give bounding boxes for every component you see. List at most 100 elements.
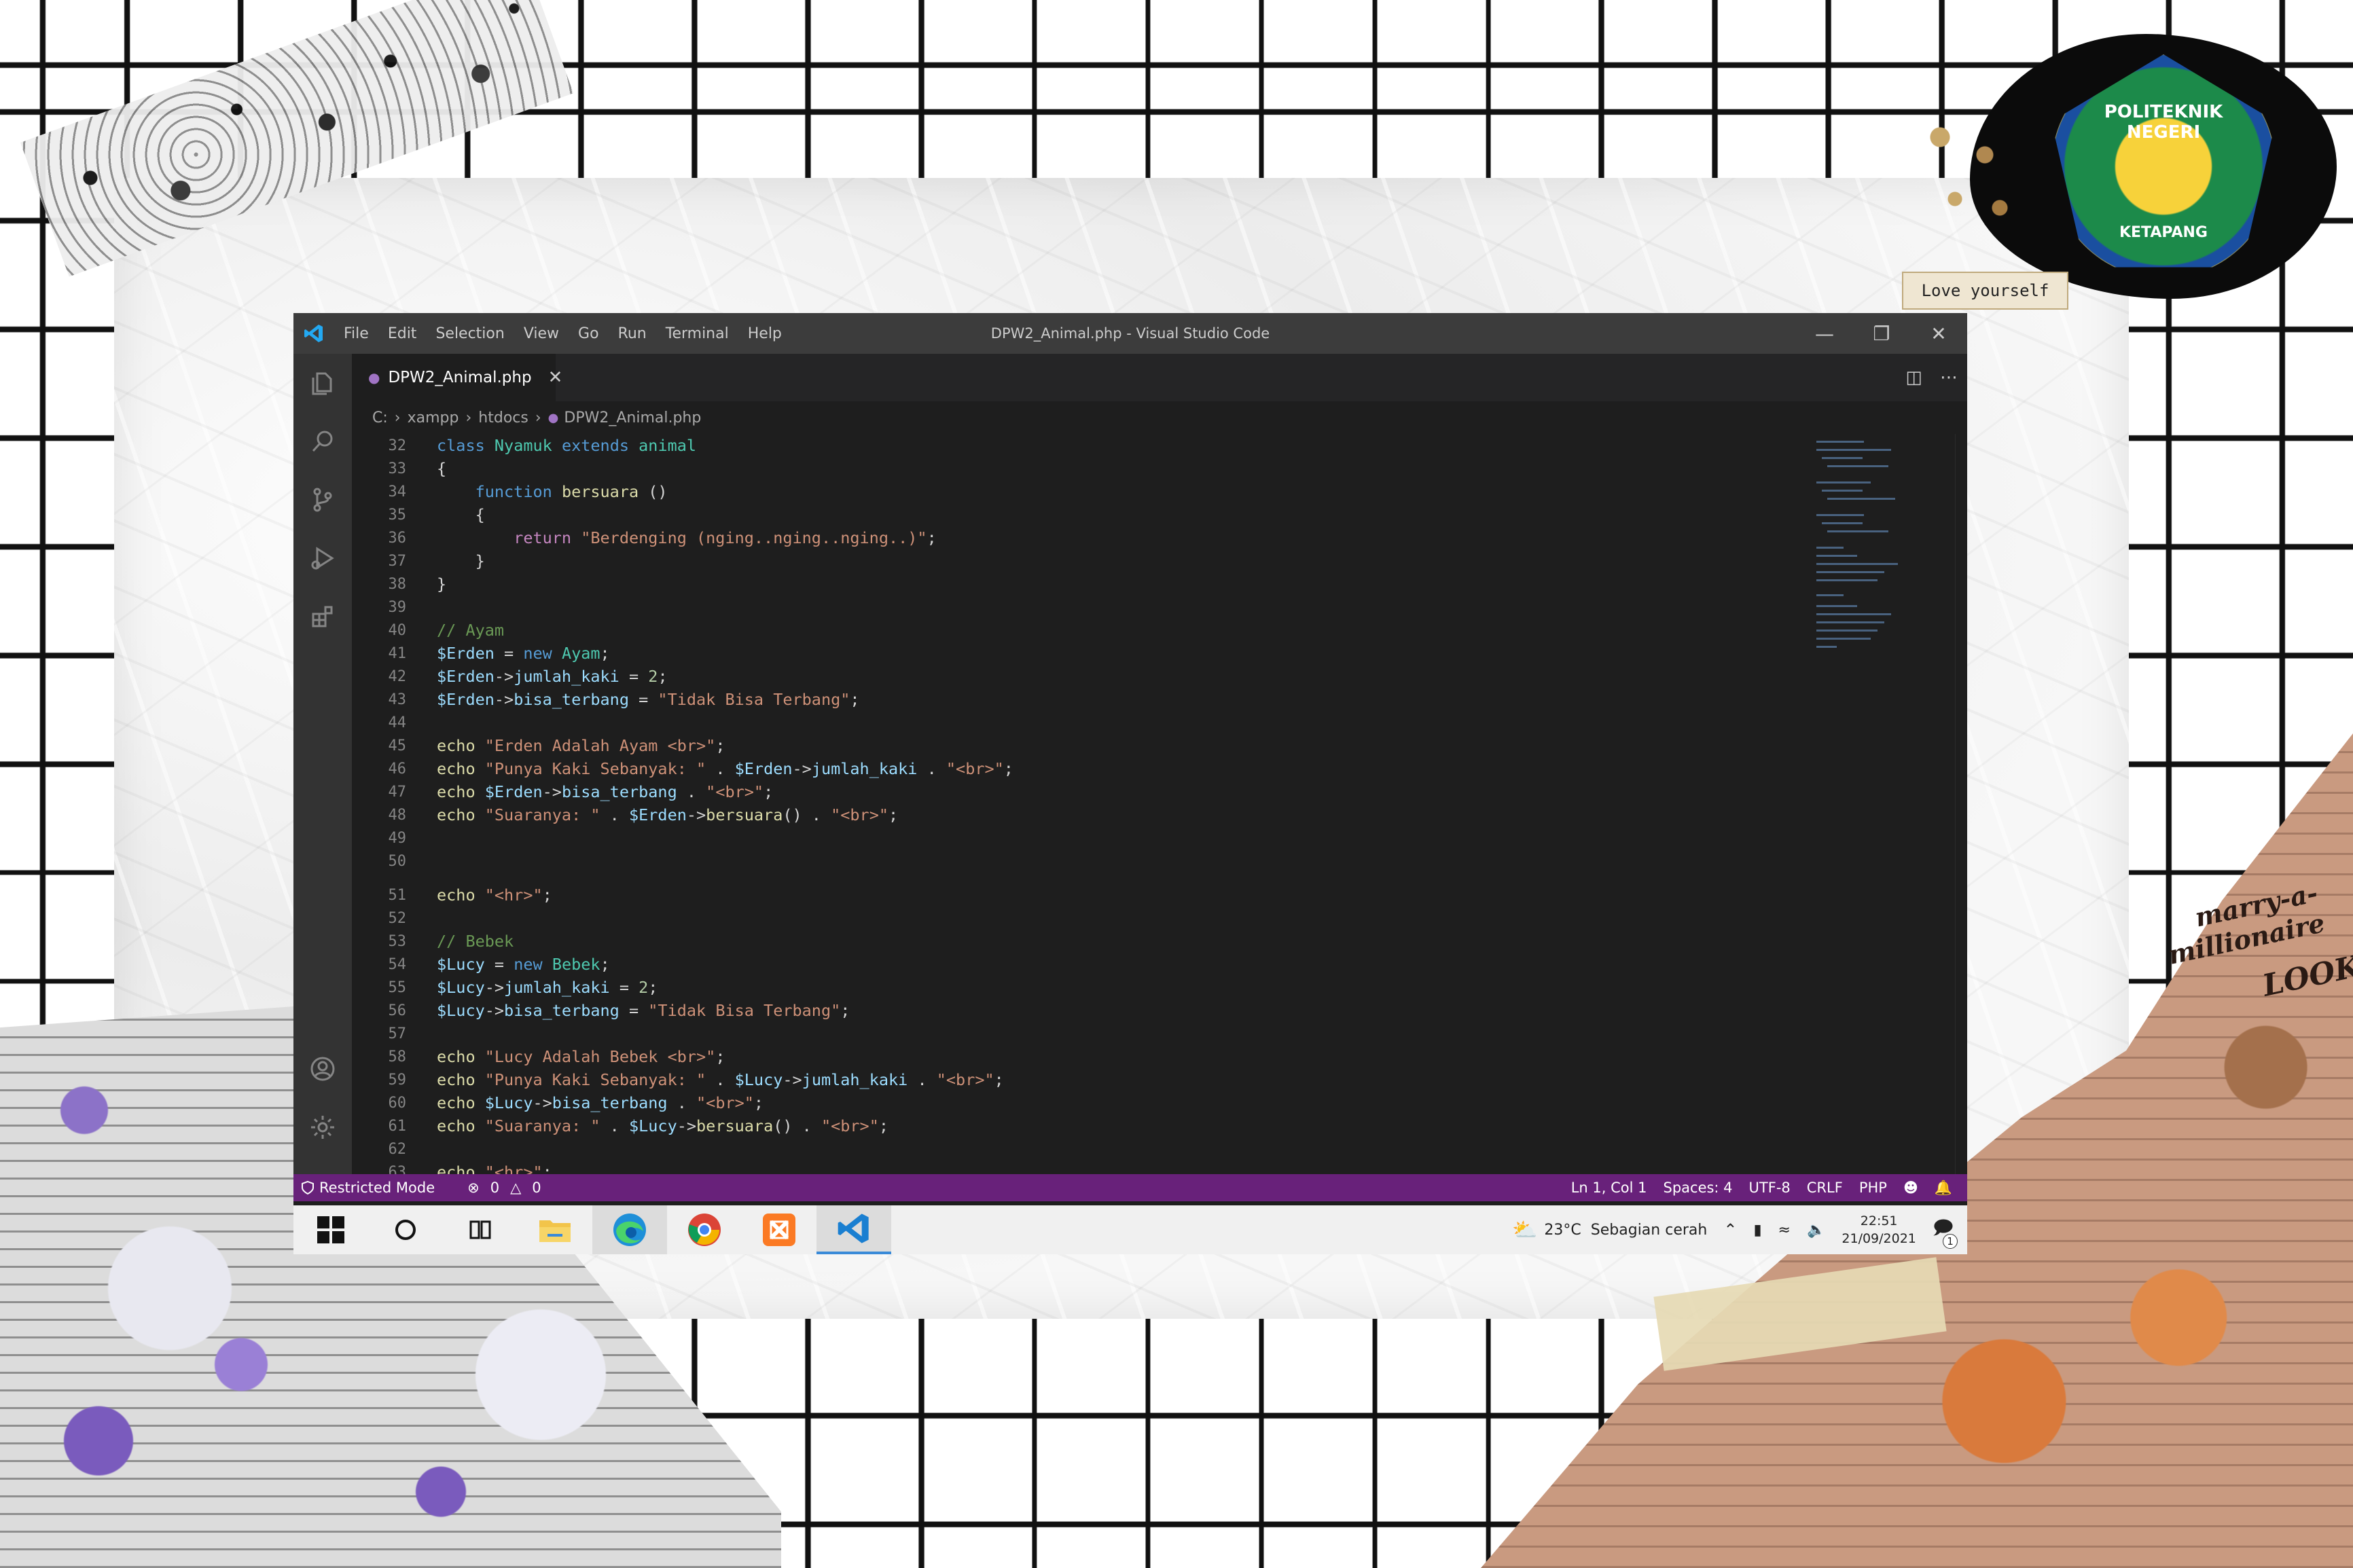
- cortana-search-icon[interactable]: [368, 1205, 443, 1254]
- breadcrumb: C: › xampp › htdocs › ● DPW2_Animal.php: [352, 401, 1967, 434]
- indentation[interactable]: Spaces: 4: [1655, 1180, 1741, 1196]
- code-line: 52: [352, 907, 1754, 930]
- windows-start-icon[interactable]: [293, 1205, 368, 1254]
- menu-run[interactable]: Run: [609, 325, 656, 342]
- minimize-icon[interactable]: —: [1796, 313, 1853, 354]
- clock-time: 22:51: [1860, 1214, 1898, 1228]
- weather-widget[interactable]: ⛅ 23°C Sebagian cerah: [1512, 1218, 1707, 1242]
- token: ;: [1003, 759, 1013, 778]
- token: ->: [783, 1070, 802, 1089]
- line-number: 49: [388, 829, 407, 847]
- minimap[interactable]: [1810, 434, 1945, 658]
- restore-icon[interactable]: ❐: [1853, 313, 1910, 354]
- notifications-icon[interactable]: 🗩 1: [1933, 1214, 1958, 1249]
- more-actions-icon[interactable]: ⋯: [1940, 367, 1958, 388]
- token: "Tidak Bisa Terbang": [648, 1001, 841, 1020]
- file-explorer-icon[interactable]: [518, 1205, 592, 1254]
- account-icon[interactable]: [293, 1040, 352, 1098]
- token: ;: [715, 1047, 725, 1066]
- line-number: 32: [388, 437, 407, 454]
- extensions-icon[interactable]: [293, 587, 352, 646]
- feedback-icon[interactable]: ☻: [1895, 1180, 1926, 1196]
- token: "<br>": [936, 1070, 994, 1089]
- windows-taskbar: ⛅ 23°C Sebagian cerah ⌃ ▮ ≈ 🔈 22:51 21/0…: [293, 1205, 1967, 1254]
- token: ;: [764, 782, 774, 801]
- cursor-position[interactable]: Ln 1, Col 1: [1563, 1180, 1655, 1196]
- token: ->: [677, 1116, 697, 1135]
- task-view-icon[interactable]: [443, 1205, 518, 1254]
- source-control-icon[interactable]: [293, 471, 352, 529]
- line-ending[interactable]: CRLF: [1799, 1180, 1851, 1196]
- menu-terminal[interactable]: Terminal: [656, 325, 738, 342]
- token: ;: [927, 528, 937, 547]
- shield-icon: [302, 1181, 314, 1195]
- tab-dpw2-animal[interactable]: ● DPW2_Animal.php ✕: [352, 354, 562, 401]
- settings-gear-icon[interactable]: [293, 1098, 352, 1156]
- volume-icon[interactable]: 🔈: [1807, 1222, 1825, 1239]
- token: "<br>": [821, 1116, 879, 1135]
- vscode-taskbar-icon[interactable]: [816, 1205, 891, 1254]
- edge-browser-icon[interactable]: [592, 1205, 667, 1254]
- breadcrumb-htdocs[interactable]: htdocs: [478, 409, 528, 426]
- line-number: 44: [388, 714, 407, 731]
- token: Bebek: [552, 955, 600, 974]
- run-debug-icon[interactable]: [293, 529, 352, 587]
- vertical-scrollbar[interactable]: [1955, 434, 1967, 1174]
- problems-button[interactable]: ⊗ 0 △ 0: [451, 1180, 552, 1196]
- line-number: 45: [388, 737, 407, 754]
- token: ;: [542, 886, 552, 905]
- token: ;: [715, 736, 725, 755]
- menu-help[interactable]: Help: [738, 325, 791, 342]
- token: "<br>": [696, 1093, 754, 1112]
- code-line: 43 $Erden->bisa_terbang = "Tidak Bisa Ter…: [352, 688, 1754, 711]
- token: "Tidak Bisa Terbang": [658, 690, 850, 709]
- close-icon[interactable]: ✕: [1910, 313, 1967, 354]
- token: "Suaranya: ": [484, 1116, 600, 1135]
- token: ;: [600, 644, 610, 663]
- menu-selection[interactable]: Selection: [426, 325, 514, 342]
- token: $Lucy: [734, 1070, 783, 1089]
- breadcrumb-xampp[interactable]: xampp: [408, 409, 459, 426]
- token: =: [628, 690, 658, 709]
- token: class: [437, 436, 485, 455]
- token: new: [523, 644, 552, 663]
- token: =: [609, 978, 639, 997]
- vscode-logo-icon[interactable]: [293, 313, 334, 354]
- breadcrumb-file[interactable]: DPW2_Animal.php: [564, 409, 701, 426]
- token: bisa_terbang: [561, 782, 677, 801]
- explorer-icon[interactable]: [293, 354, 352, 412]
- token: ->: [494, 667, 514, 686]
- tab-close-icon[interactable]: ✕: [548, 367, 563, 388]
- search-icon[interactable]: [293, 412, 352, 471]
- menu-edit[interactable]: Edit: [378, 325, 427, 342]
- line-number: 41: [388, 644, 407, 662]
- tab-bar: ● DPW2_Animal.php ✕ ◫ ⋯: [352, 354, 1967, 401]
- chrome-browser-icon[interactable]: [667, 1205, 742, 1254]
- language-mode[interactable]: PHP: [1851, 1180, 1895, 1196]
- menu-view[interactable]: View: [514, 325, 569, 342]
- chevron-right-icon: ›: [465, 409, 472, 426]
- token: $Lucy: [628, 1116, 677, 1135]
- restricted-mode-button[interactable]: Restricted Mode: [293, 1180, 451, 1196]
- clock[interactable]: 22:51 21/09/2021: [1842, 1212, 1916, 1247]
- token: jumlah_kaki: [504, 978, 610, 997]
- battery-icon[interactable]: ▮: [1753, 1222, 1761, 1239]
- token: =: [494, 644, 524, 663]
- wifi-icon[interactable]: ≈: [1778, 1222, 1791, 1239]
- split-editor-icon[interactable]: ◫: [1905, 367, 1922, 388]
- encoding[interactable]: UTF-8: [1741, 1180, 1799, 1196]
- line-number: 56: [388, 1002, 407, 1019]
- breadcrumb-drive[interactable]: C:: [372, 409, 388, 426]
- line-number: 53: [388, 932, 407, 950]
- line-number: 36: [388, 529, 407, 547]
- code-line: 61 echo "Suaranya: " . $Lucy->bersuara() …: [352, 1114, 1754, 1137]
- xampp-icon[interactable]: [742, 1205, 816, 1254]
- bell-icon[interactable]: 🔔: [1926, 1180, 1960, 1197]
- weather-temp: 23°C: [1544, 1221, 1581, 1239]
- code-editor[interactable]: 32 class Nyamuk extends animal 33 { 34 fun…: [352, 434, 1754, 1182]
- menu-file[interactable]: File: [334, 325, 378, 342]
- show-hidden-icons-chevron-up-icon[interactable]: ⌃: [1723, 1220, 1737, 1239]
- token: ;: [994, 1070, 1004, 1089]
- menu-go[interactable]: Go: [569, 325, 609, 342]
- token: echo: [437, 805, 475, 824]
